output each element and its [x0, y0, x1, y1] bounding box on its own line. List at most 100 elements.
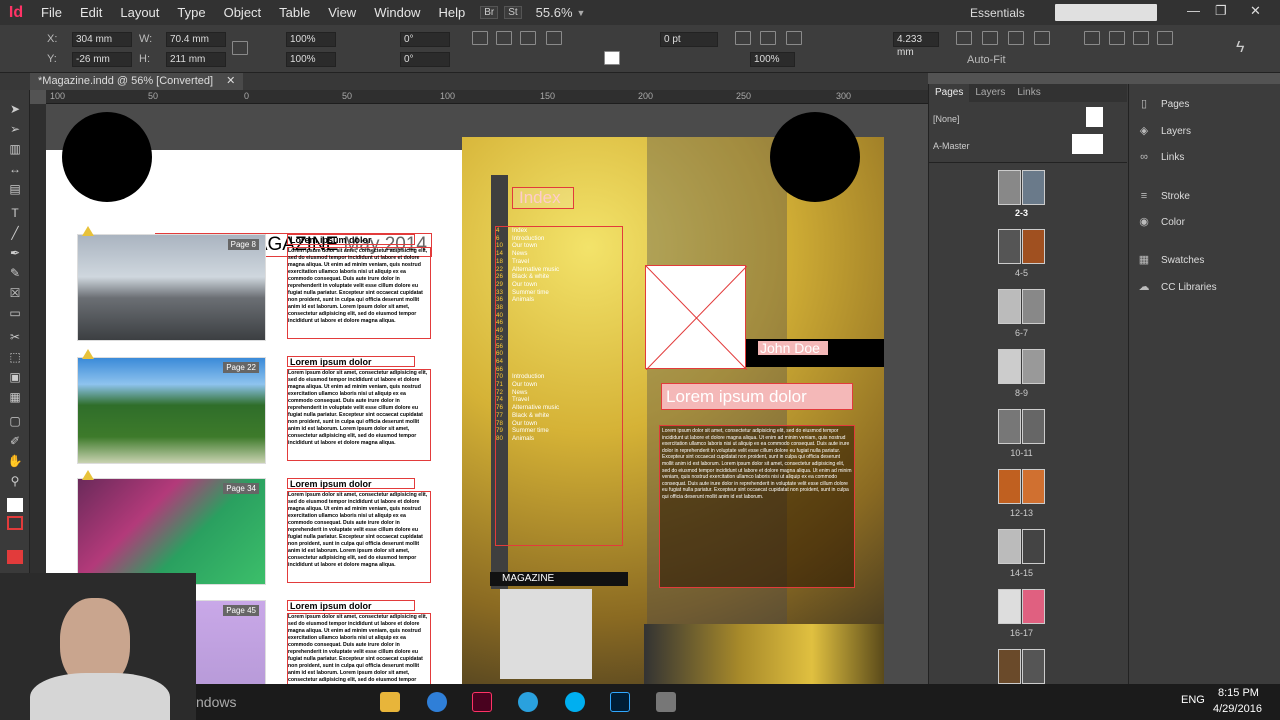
horizontal-ruler[interactable]: 100 50 0 50 100 150 200 250 300 — [46, 90, 928, 104]
index-list[interactable]: 4 Index 6 Introduction 10 Our town 14 News 18 Tra… — [495, 226, 623, 546]
browser-icon[interactable] — [427, 692, 447, 712]
lightning-icon[interactable]: ϟ — [1236, 39, 1244, 57]
maximize-icon[interactable]: ❐ — [1215, 3, 1227, 19]
auto-fit-checkbox[interactable]: Auto-Fit — [967, 54, 1006, 66]
spread-thumb[interactable] — [998, 289, 1045, 324]
dimension-field[interactable]: 4.233 mm — [893, 32, 939, 58]
spread-thumb[interactable] — [998, 229, 1045, 264]
article-body-right[interactable]: Lorem ipsum dolor sit amet, consectetur … — [659, 425, 855, 588]
beach-chairs-photo[interactable]: Page 34 — [77, 478, 266, 585]
a-master-thumb[interactable] — [1072, 134, 1103, 154]
city-photo[interactable]: Page 8 — [77, 234, 266, 341]
menu-file[interactable]: File — [32, 0, 71, 25]
menu-object[interactable]: Object — [215, 0, 271, 25]
language-indicator[interactable]: ENG — [1181, 694, 1205, 706]
workspace-switcher[interactable]: Essentials — [970, 6, 1025, 20]
article-body[interactable]: Lorem ipsum dolor sit amet, consectetur … — [287, 369, 431, 461]
rotate-ccw-icon[interactable] — [496, 31, 512, 45]
app-icon[interactable] — [656, 692, 676, 712]
fx-icon[interactable] — [786, 31, 802, 45]
type-tool-icon[interactable]: T — [7, 206, 23, 220]
spread-thumb[interactable] — [998, 170, 1045, 205]
x-field[interactable]: 304 mm — [72, 32, 132, 47]
search-input[interactable] — [1055, 4, 1157, 21]
text-frame-icon[interactable] — [520, 31, 536, 45]
tab-links[interactable]: Links — [1011, 84, 1046, 102]
selection-tool-icon[interactable]: ➤ — [7, 102, 23, 116]
distribute-icon[interactable] — [1034, 31, 1050, 45]
rotate-field[interactable]: 0° — [400, 32, 450, 47]
panel-cc-libraries[interactable]: ☁ CC Libraries — [1137, 281, 1217, 293]
article-body[interactable]: Lorem ipsum dolor sit amet, consectetur … — [287, 247, 431, 339]
fit-content-icon[interactable] — [760, 31, 776, 45]
magazine-strip[interactable]: MAGAZINE — [490, 572, 628, 586]
skype-icon[interactable] — [565, 692, 585, 712]
stroke-weight-field[interactable]: 0 pt — [660, 32, 718, 47]
panel-links[interactable]: ∞ Links — [1137, 151, 1184, 163]
article-header[interactable]: Lorem ipsum dolor — [287, 600, 415, 611]
spread-thumb[interactable] — [998, 349, 1045, 384]
panel-pages[interactable]: ▯ Pages — [1137, 98, 1189, 110]
menu-type[interactable]: Type — [168, 0, 214, 25]
spread-thumb[interactable] — [998, 409, 1045, 444]
page-tool-icon[interactable]: ▥ — [7, 142, 23, 156]
article-header[interactable]: Lorem ipsum dolor — [287, 234, 415, 245]
align-center-icon[interactable] — [982, 31, 998, 45]
gradient-feather-icon[interactable]: ▦ — [7, 390, 23, 404]
menu-layout[interactable]: Layout — [111, 0, 168, 25]
shear-field[interactable]: 0° — [400, 52, 450, 67]
telegram-icon[interactable] — [518, 692, 538, 712]
hand-tool-icon[interactable]: ✋ — [7, 454, 23, 468]
article-header[interactable]: Lorem ipsum dolor — [287, 478, 415, 489]
y-field[interactable]: -26 mm — [72, 52, 132, 67]
distribute-vertical-icon[interactable] — [1157, 31, 1173, 45]
article-title[interactable]: Lorem ipsum dolor — [661, 383, 853, 410]
align-right-icon[interactable] — [1008, 31, 1024, 45]
pen-tool-icon[interactable]: ✒ — [7, 246, 23, 260]
park-photo[interactable]: Page 22 — [77, 357, 266, 464]
pencil-tool-icon[interactable]: ✎ — [7, 266, 23, 280]
minimize-icon[interactable]: — — [1187, 3, 1200, 18]
rotate-cw-icon[interactable] — [472, 31, 488, 45]
content-collector-icon[interactable]: ▤ — [7, 182, 23, 196]
spread-thumb[interactable] — [998, 529, 1045, 564]
flip-icon[interactable] — [546, 31, 562, 45]
clock-date[interactable]: 4/29/2016 — [1213, 703, 1262, 715]
scale-y-field[interactable]: 100% — [286, 52, 336, 67]
zoom-level[interactable]: 55.6% — [536, 5, 573, 20]
tab-pages[interactable]: Pages — [929, 84, 970, 102]
rectangle-frame-tool-icon[interactable]: ☒ — [7, 286, 23, 300]
menu-help[interactable]: Help — [429, 0, 474, 25]
note-tool-icon[interactable]: ▢ — [7, 414, 23, 428]
align-top-icon[interactable] — [1084, 31, 1100, 45]
scissors-tool-icon[interactable]: ✂ — [7, 330, 23, 344]
zoom-tool-icon[interactable]: ⚲ — [7, 474, 23, 488]
a-master[interactable]: A-Master — [933, 141, 970, 151]
bridge-button[interactable]: Br — [480, 6, 499, 19]
opacity-field[interactable]: 100% — [750, 52, 795, 67]
author-name[interactable]: John Doe — [758, 341, 828, 355]
article-body[interactable]: Lorem ipsum dolor sit amet, consectetur … — [287, 613, 431, 684]
indesign-taskbar-icon[interactable] — [472, 692, 492, 712]
menu-table[interactable]: Table — [270, 0, 319, 25]
panel-swatches[interactable]: ▦ Swatches — [1137, 254, 1205, 266]
right-page[interactable]: Index 4 Index 6 Introduction 10 Our town 14 New… — [462, 137, 884, 684]
gap-tool-icon[interactable]: ↔ — [7, 162, 23, 176]
menu-window[interactable]: Window — [365, 0, 429, 25]
none-master-thumb[interactable] — [1086, 107, 1103, 127]
align-left-icon[interactable] — [956, 31, 972, 45]
spread-thumb[interactable] — [998, 469, 1045, 504]
fit-frame-icon[interactable] — [735, 31, 751, 45]
menu-view[interactable]: View — [319, 0, 365, 25]
index-heading[interactable]: Index — [512, 187, 574, 209]
stroke-swatch-tool-icon[interactable] — [7, 516, 23, 530]
vertical-ruler[interactable] — [30, 104, 46, 574]
tab-layers[interactable]: Layers — [969, 84, 1011, 102]
document-tab[interactable]: *Magazine.indd @ 56% [Converted] ✕ — [30, 73, 244, 90]
direct-selection-tool-icon[interactable]: ➢ — [7, 122, 23, 136]
chevron-down-icon[interactable]: ▼ — [577, 8, 586, 18]
apply-none-icon[interactable] — [7, 550, 23, 564]
align-middle-icon[interactable] — [1109, 31, 1125, 45]
fill-swatch-icon[interactable] — [7, 498, 23, 512]
clock-time[interactable]: 8:15 PM — [1218, 687, 1259, 699]
